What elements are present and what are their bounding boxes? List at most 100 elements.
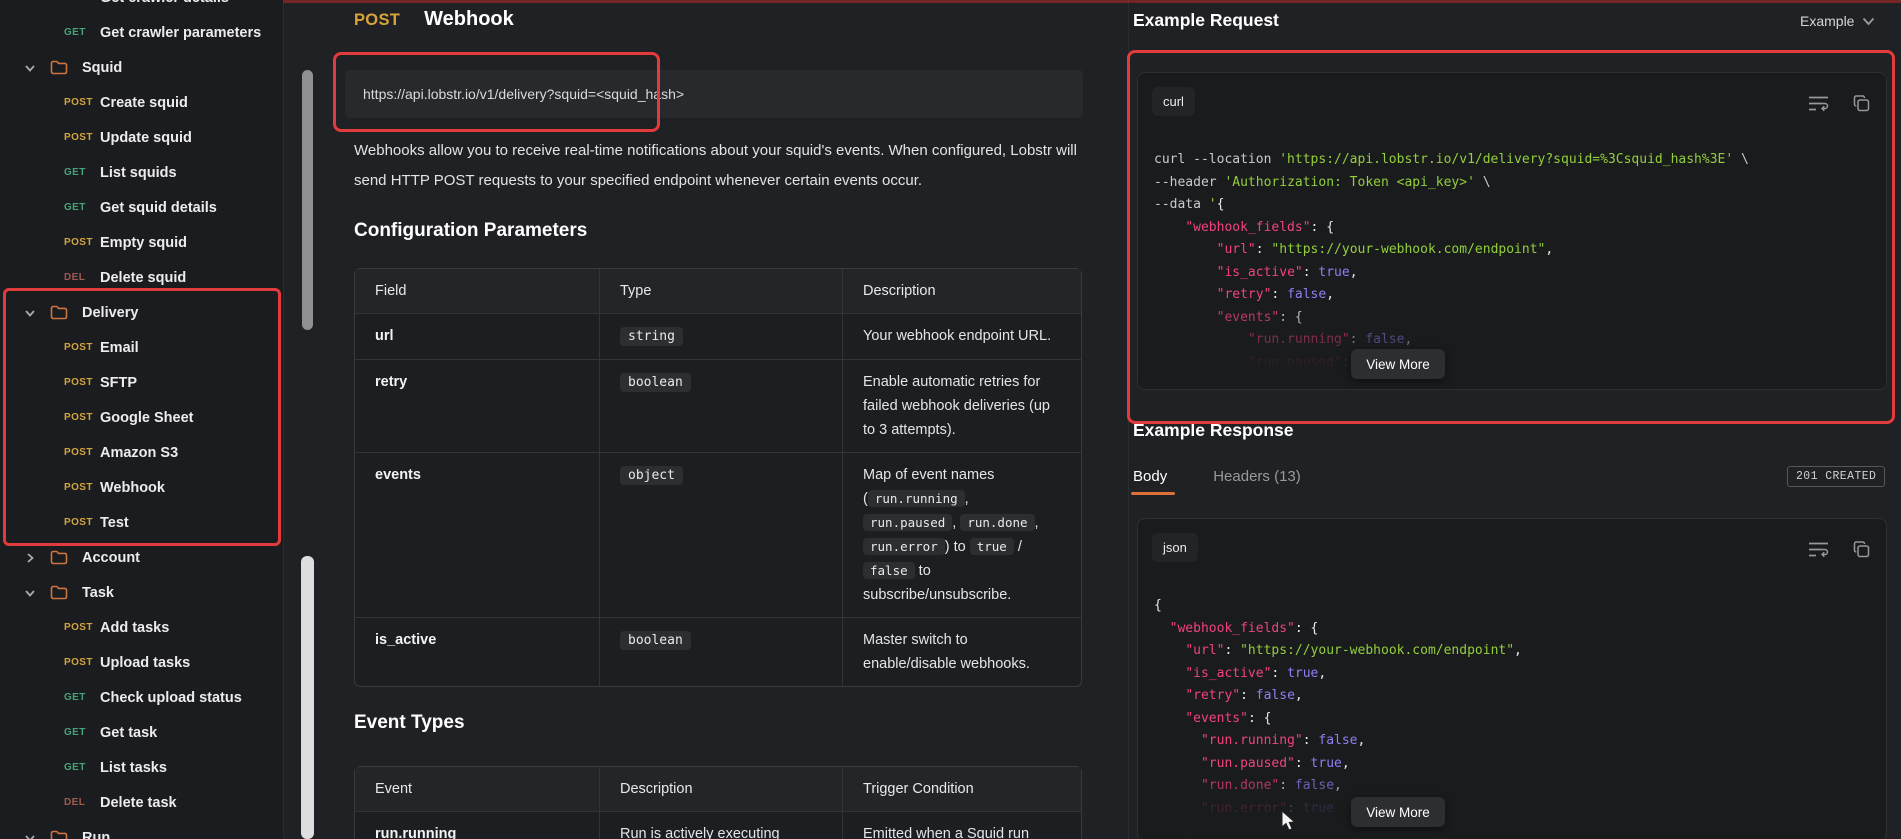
inline-code: run.error [863, 538, 945, 555]
code-line: "is_active": true, [1185, 665, 1327, 681]
sidebar-item-amazon-s3[interactable]: POST Amazon S3 [0, 435, 283, 470]
table-cell: retry [355, 360, 600, 453]
code-fade [1138, 297, 1886, 389]
sidebar-folder-run[interactable]: Run [0, 820, 283, 839]
sidebar-item-add-tasks[interactable]: POST Add tasks [0, 610, 283, 645]
config-section-title: Configuration Parameters [354, 220, 588, 241]
code-language-label: curl [1152, 87, 1195, 116]
method-badge: GET [64, 167, 86, 178]
dropdown-value: Example [1800, 13, 1855, 29]
tab-body[interactable]: Body [1130, 468, 1176, 495]
table-header-row: Field Type Description [355, 269, 1081, 314]
method-badge: POST [64, 622, 93, 633]
code-line: "url": "https://your-webhook.com/endpoin… [1185, 643, 1522, 658]
sidebar-folder-task[interactable]: Task [0, 575, 283, 610]
config-parameters-table: Field Type Description url string Your webho… [354, 268, 1082, 687]
folder-icon [50, 830, 68, 839]
code-line: { [1154, 598, 1162, 613]
inline-code: true [969, 538, 1014, 555]
sidebar-item-webhook[interactable]: POST Webhook [0, 470, 283, 505]
inline-code: false [863, 562, 915, 579]
tab-headers[interactable]: Headers (13) [1213, 468, 1301, 495]
mouse-cursor [1281, 810, 1296, 831]
column-header: Event [355, 767, 600, 812]
sidebar-item-label: SFTP [100, 374, 138, 391]
copy-icon[interactable] [1853, 95, 1870, 112]
sidebar-item-upload-tasks[interactable]: POST Upload tasks [0, 645, 283, 680]
sidebar-item-label: Get squid details [100, 199, 217, 216]
sidebar-item-delete-task[interactable]: DEL Delete task [0, 785, 283, 820]
method-badge: GET [64, 762, 86, 773]
sidebar-item-get-squid-details[interactable]: GET Get squid details [0, 190, 283, 225]
page-heading: POST Webhook [354, 8, 514, 31]
response-code-block: json { "webhook_fields": { "url": "https… [1137, 518, 1887, 839]
sidebar-item-test[interactable]: POST Test [0, 505, 283, 540]
sidebar-item-label: Email [100, 339, 139, 356]
sidebar-item-list-tasks[interactable]: GET List tasks [0, 750, 283, 785]
method-badge: POST [64, 237, 93, 248]
view-more-button[interactable]: View More [1351, 349, 1445, 379]
request-code-block: curl curl --location 'https://api.lobstr… [1137, 72, 1887, 390]
sidebar-item-label: Task [82, 584, 114, 601]
sidebar-item-get-crawler-details[interactable]: GETGet crawler details [0, 0, 283, 15]
sidebar-divider [283, 0, 284, 839]
method-badge: POST [64, 517, 93, 528]
table-cell: events [355, 453, 600, 618]
code-line: --header 'Authorization: Token <api_key>… [1154, 174, 1491, 190]
table-cell: Map of event names (run.running, run.pau… [843, 453, 1081, 618]
chevron-down-icon [1863, 17, 1875, 25]
copy-icon[interactable] [1853, 541, 1870, 558]
folder-icon [50, 550, 68, 565]
sidebar-item-create-squid[interactable]: POST Create squid [0, 85, 283, 120]
sidebar-item-list-squids[interactable]: GET List squids [0, 155, 283, 190]
sidebar-item-get-task[interactable]: GET Get task [0, 715, 283, 750]
sidebar-item-empty-squid[interactable]: POST Empty squid [0, 225, 283, 260]
type-chip: boolean [620, 631, 691, 650]
code-line: curl --location 'https://api.lobstr.io/v… [1154, 152, 1749, 167]
sidebar-item-sftp[interactable]: POST SFTP [0, 365, 283, 400]
word-wrap-icon[interactable] [1808, 541, 1829, 558]
inline-code: run.paused [863, 514, 953, 531]
inline-code: run.done [960, 514, 1035, 531]
table-cell: run.running [355, 812, 600, 839]
column-header: Trigger Condition [843, 767, 1081, 812]
sidebar-folder-squid[interactable]: Squid [0, 50, 283, 85]
content-scrollbar-thumb[interactable] [301, 556, 314, 839]
view-more-button[interactable]: View More [1351, 797, 1445, 827]
sidebar-item-get-crawler-parameters[interactable]: GET Get crawler parameters [0, 15, 283, 50]
sidebar-item-label: Upload tasks [100, 654, 191, 671]
method-badge: POST [354, 11, 401, 29]
example-language-dropdown[interactable]: Example [1800, 13, 1875, 29]
sidebar-item-email[interactable]: POST Email [0, 330, 283, 365]
table-cell: Master switch to enable/disable webhooks… [863, 632, 1030, 672]
method-badge: POST [64, 447, 93, 458]
sidebar-item-check-upload-status[interactable]: GET Check upload status [0, 680, 283, 715]
inline-code: run.running [867, 490, 965, 507]
sidebar-item-delete-squid[interactable]: DEL Delete squid [0, 260, 283, 295]
sidebar-item-label: Check upload status [100, 689, 242, 706]
sidebar-item-label: Empty squid [100, 234, 188, 251]
page-title: Webhook [424, 8, 514, 30]
sidebar-folder-delivery[interactable]: Delivery [0, 295, 283, 330]
table-header-row: Event Description Trigger Condition [355, 767, 1081, 812]
word-wrap-icon[interactable] [1808, 95, 1829, 112]
sidebar-item-update-squid[interactable]: POST Update squid [0, 120, 283, 155]
code-line: "webhook_fields": { [1185, 219, 1335, 235]
column-header: Type [600, 269, 843, 314]
table-cell: boolean [600, 360, 843, 453]
sidebar-item-label: Google Sheet [100, 409, 194, 426]
sidebar-item-label: Add tasks [100, 619, 170, 636]
sidebar: GETGet crawler detailsGETGet crawler par… [0, 0, 283, 839]
table-cell: Enable automatic retries for failed webh… [843, 360, 1081, 453]
sidebar-item-label: Get crawler details [100, 0, 229, 6]
sidebar-folder-account[interactable]: Account [0, 540, 283, 575]
api-docs-screen: GETGet crawler detailsGETGet crawler par… [0, 0, 1901, 839]
sidebar-item-google-sheet[interactable]: POST Google Sheet [0, 400, 283, 435]
code-fade [1138, 766, 1886, 839]
endpoint-url: https://api.lobstr.io/v1/delivery?squid=… [363, 86, 685, 102]
table-cell: url [355, 314, 600, 360]
sidebar-scrollbar-thumb[interactable] [302, 70, 313, 330]
method-badge: POST [64, 377, 93, 388]
method-badge: GET [64, 202, 86, 213]
column-header: Description [600, 767, 843, 812]
